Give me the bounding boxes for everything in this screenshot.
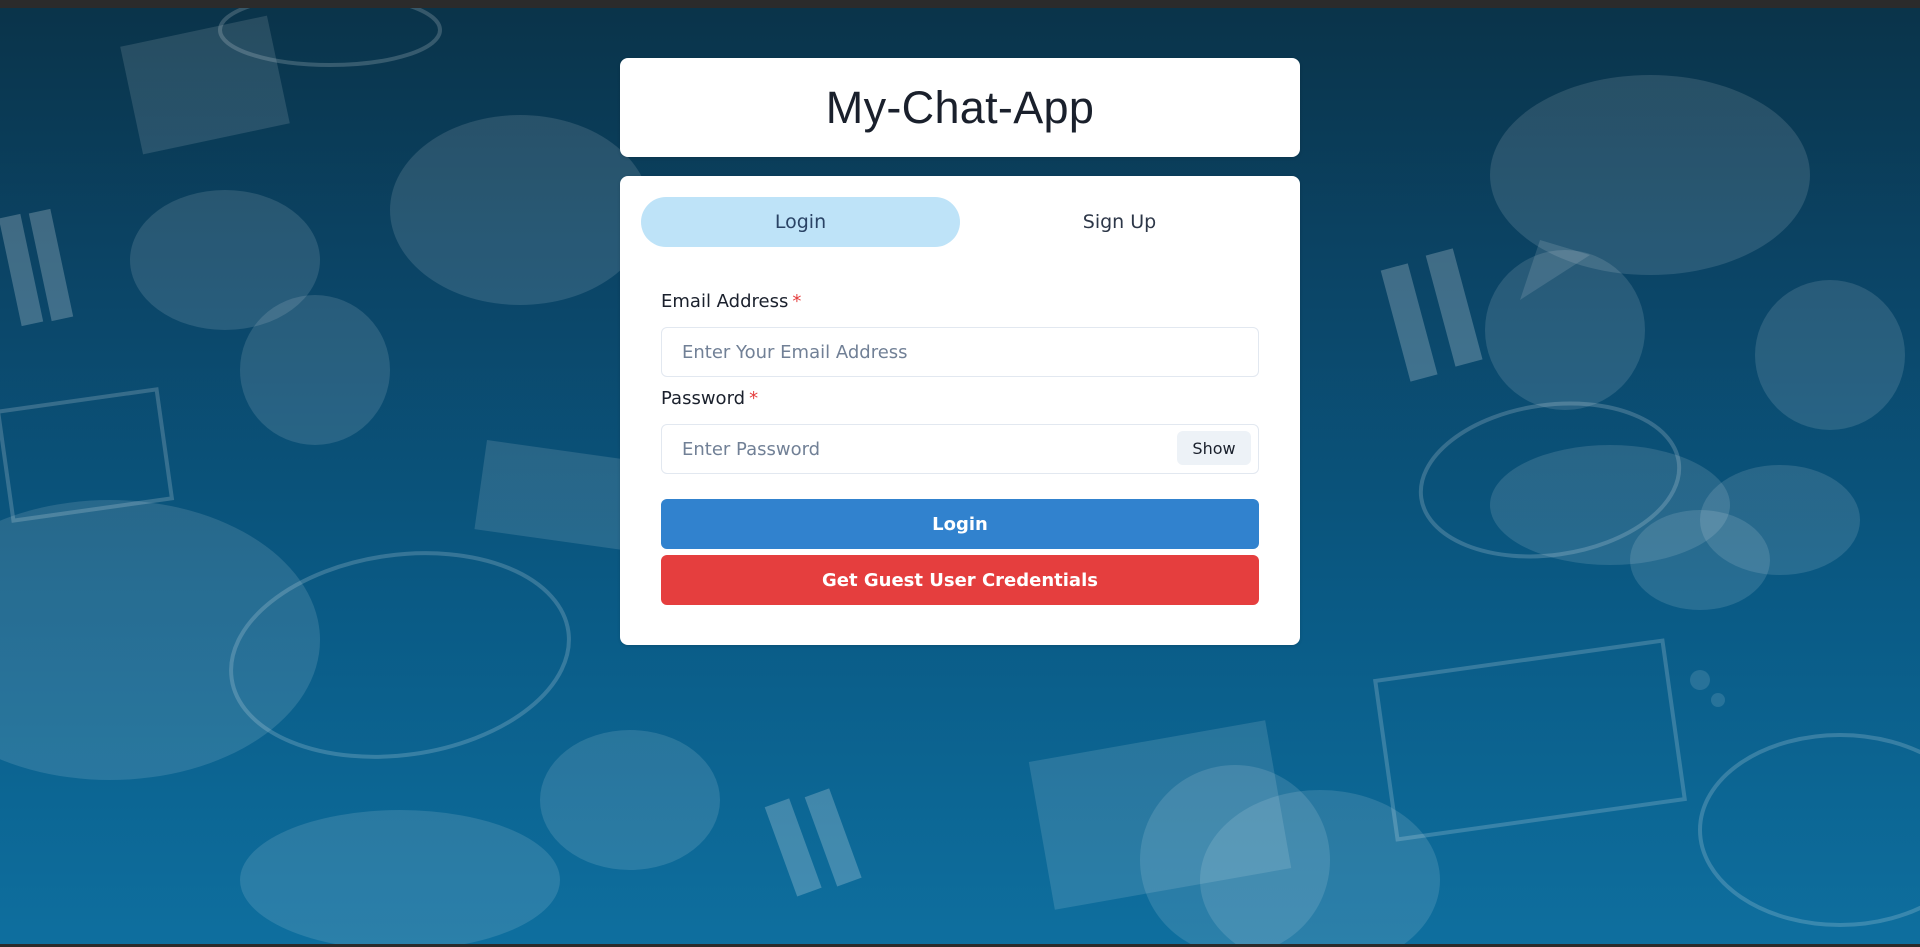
- email-label: Email Address *: [661, 291, 801, 312]
- app-title: My-Chat-App: [825, 81, 1095, 133]
- required-marker: *: [749, 388, 759, 409]
- login-page: My-Chat-App Login Sign Up Email Address *…: [0, 0, 1920, 947]
- auth-tabs: Login Sign Up: [641, 197, 1279, 247]
- required-marker: *: [792, 291, 802, 312]
- auth-card: Login Sign Up Email Address* Password* S…: [620, 176, 1300, 645]
- password-label: Password *: [661, 388, 758, 409]
- email-label-text: Email Address: [661, 291, 789, 312]
- email-input[interactable]: [661, 327, 1259, 377]
- window-top-bar: [0, 0, 1920, 8]
- app-title-card: My-Chat-App: [620, 58, 1300, 157]
- login-button[interactable]: Login: [661, 499, 1259, 549]
- show-password-button[interactable]: Show: [1177, 431, 1251, 465]
- guest-credentials-button[interactable]: Get Guest User Credentials: [661, 555, 1259, 605]
- tab-login[interactable]: Login: [641, 197, 960, 247]
- password-input[interactable]: [661, 424, 1259, 474]
- tab-sign-up[interactable]: Sign Up: [960, 197, 1279, 247]
- password-label-text: Password: [661, 388, 746, 409]
